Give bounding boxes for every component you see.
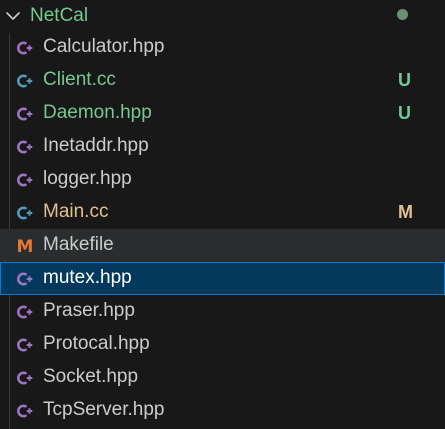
file-label: Makefile (43, 234, 114, 255)
file-label: logger.hpp (43, 168, 132, 189)
cpp-header-icon (17, 371, 33, 385)
folder-netcal[interactable]: NetCal (0, 0, 445, 32)
git-status-badge: M (398, 202, 413, 222)
file-label: Praser.hpp (43, 300, 135, 321)
file-label: Client.cc (43, 69, 116, 90)
file-label: mutex.hpp (43, 267, 132, 288)
cpp-header-icon (17, 140, 33, 154)
file-explorer: NetCal Calculator.hpp Client.cc U Daemon.hp… (0, 0, 445, 429)
file-item[interactable]: Inetaddr.hpp (0, 130, 445, 163)
cpp-source-icon (17, 74, 33, 88)
file-label: TcpServer.hpp (43, 399, 165, 420)
file-label: Main.cc (43, 201, 109, 222)
cpp-header-icon (17, 305, 33, 319)
makefile-icon: M (17, 237, 34, 256)
file-item[interactable]: logger.hpp (0, 163, 445, 196)
cpp-header-icon (17, 338, 33, 352)
git-status-badge: U (398, 103, 411, 123)
file-item[interactable]: TcpServer.hpp (0, 394, 445, 427)
file-item[interactable]: Protocal.hpp (0, 328, 445, 361)
file-label: Socket.hpp (43, 366, 139, 387)
file-item[interactable]: Main.cc M (0, 196, 445, 229)
cpp-header-icon (17, 107, 33, 121)
chevron-down-icon[interactable] (3, 6, 23, 26)
file-label: Protocal.hpp (43, 333, 150, 354)
file-item[interactable]: Calculator.hpp (0, 31, 445, 64)
file-item[interactable]: Praser.hpp (0, 295, 445, 328)
file-item[interactable]: Socket.hpp (0, 361, 445, 394)
cpp-header-icon (17, 41, 33, 55)
file-label: Inetaddr.hpp (43, 135, 149, 156)
file-item[interactable]: mutex.hpp (0, 262, 445, 295)
cpp-source-icon (17, 206, 33, 220)
cpp-header-icon (17, 272, 33, 286)
file-item[interactable]: Client.cc U (0, 64, 445, 97)
cpp-header-icon (17, 173, 33, 187)
cpp-header-icon (17, 404, 33, 418)
folder-label: NetCal (30, 5, 89, 26)
file-label: Calculator.hpp (43, 36, 165, 57)
git-status-badge: U (398, 70, 411, 90)
file-item[interactable]: M Makefile (0, 229, 445, 262)
modified-dot-icon (397, 9, 408, 20)
file-label: Daemon.hpp (43, 102, 152, 123)
file-item[interactable]: Daemon.hpp U (0, 97, 445, 130)
svg-text:M: M (17, 237, 34, 256)
